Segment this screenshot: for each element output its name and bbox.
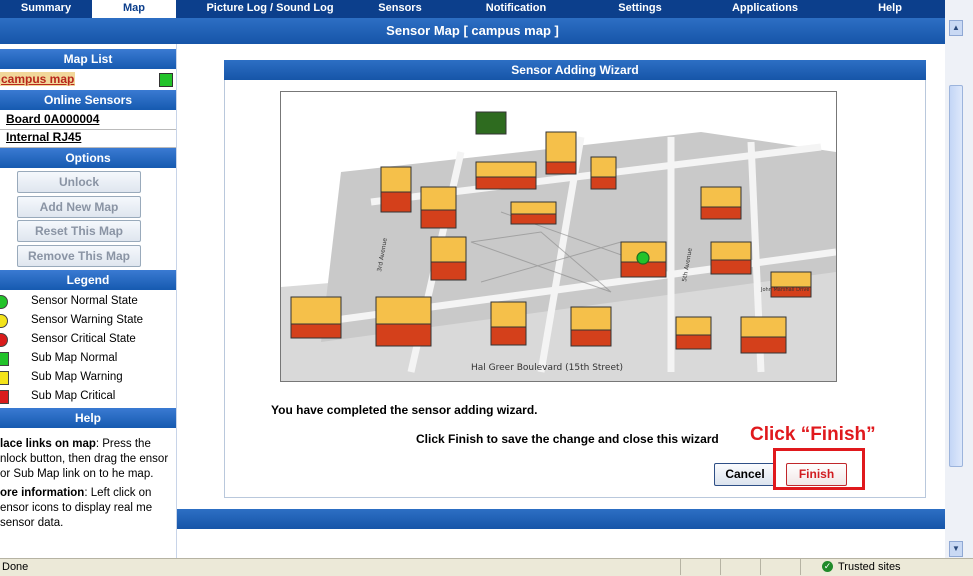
page-title: Sensor Map [ campus map ] <box>0 18 945 44</box>
legend-item: Sub Map Warning <box>0 368 176 387</box>
left-panel: Map List campus map Online Sensors Board… <box>0 44 177 558</box>
legend-item: Sensor Warning State <box>0 311 176 330</box>
status-divider <box>760 559 761 575</box>
legend-item: Sensor Normal State <box>0 292 176 311</box>
tab-map[interactable]: Map <box>92 0 176 18</box>
finish-instruction: Click Finish to save the change and clos… <box>416 432 719 446</box>
tab-notification[interactable]: Notification <box>466 0 566 18</box>
map-list-header: Map List <box>0 49 176 69</box>
map-status-icon <box>159 73 173 87</box>
submap-critical-icon <box>0 390 9 404</box>
status-text: Done <box>2 561 29 573</box>
legend-item: Sensor Critical State <box>0 330 176 349</box>
help-header: Help <box>0 408 176 428</box>
status-bar: Done ✓ Trusted sites <box>0 558 973 576</box>
tab-summary[interactable]: Summary <box>0 0 92 18</box>
wizard-title: Sensor Adding Wizard <box>224 60 926 80</box>
completion-message: You have completed the sensor adding wiz… <box>271 403 538 417</box>
map-link[interactable]: campus map <box>0 72 76 86</box>
sensor-item[interactable]: Internal RJ45 <box>0 130 176 148</box>
status-divider <box>680 559 681 575</box>
status-divider <box>720 559 721 575</box>
zone-label: Trusted sites <box>838 561 901 573</box>
sensor-item[interactable]: Board 0A000004 <box>0 112 176 130</box>
tab-picture-log[interactable]: Picture Log / Sound Log <box>200 0 340 18</box>
tab-sensors[interactable]: Sensors <box>355 0 445 18</box>
sensor-warning-icon <box>0 314 8 328</box>
legend-header: Legend <box>0 270 176 290</box>
scroll-down-icon[interactable]: ▼ <box>949 541 963 557</box>
submap-warning-icon <box>0 371 9 385</box>
trusted-sites-icon: ✓ <box>822 561 833 572</box>
finish-button[interactable]: Finish <box>786 463 847 486</box>
help-text: lace links on map: Press the nlock butto… <box>0 438 169 529</box>
legend-item: Sub Map Critical <box>0 387 176 406</box>
scroll-thumb[interactable] <box>949 85 963 467</box>
top-navigation: Summary Map Picture Log / Sound Log Sens… <box>0 0 950 18</box>
sensor-normal-icon <box>0 295 8 309</box>
tab-applications[interactable]: Applications <box>715 0 815 18</box>
svg-text:John Marshall Drive: John Marshall Drive <box>760 287 809 293</box>
online-sensors-header: Online Sensors <box>0 90 176 110</box>
reset-map-button[interactable]: Reset This Map <box>17 220 141 242</box>
tab-settings[interactable]: Settings <box>595 0 685 18</box>
sensor-link[interactable]: Board 0A000004 <box>6 112 99 126</box>
sensor-link[interactable]: Internal RJ45 <box>6 130 81 144</box>
campus-map-image: 3rd Avenue 5th Avenue John Marshall Driv… <box>281 111 836 381</box>
campus-map[interactable]: 3rd Avenue 5th Avenue John Marshall Driv… <box>280 91 837 382</box>
footer-bar <box>177 509 945 529</box>
submap-normal-icon <box>0 352 9 366</box>
scroll-up-icon[interactable]: ▲ <box>949 20 963 36</box>
legend-item: Sub Map Normal <box>0 349 176 368</box>
map-caption: Hal Greer Boulevard (15th Street) <box>471 363 624 373</box>
map-list-item[interactable]: campus map <box>0 70 176 90</box>
tab-help[interactable]: Help <box>850 0 930 18</box>
cancel-button[interactable]: Cancel <box>714 463 776 486</box>
options-header: Options <box>0 148 176 168</box>
status-divider <box>800 559 801 575</box>
annotation-callout: Click “Finish” <box>750 424 876 445</box>
remove-map-button[interactable]: Remove This Map <box>17 245 141 267</box>
unlock-button[interactable]: Unlock <box>17 171 141 193</box>
add-new-map-button[interactable]: Add New Map <box>17 196 141 218</box>
sensor-critical-icon <box>0 333 8 347</box>
